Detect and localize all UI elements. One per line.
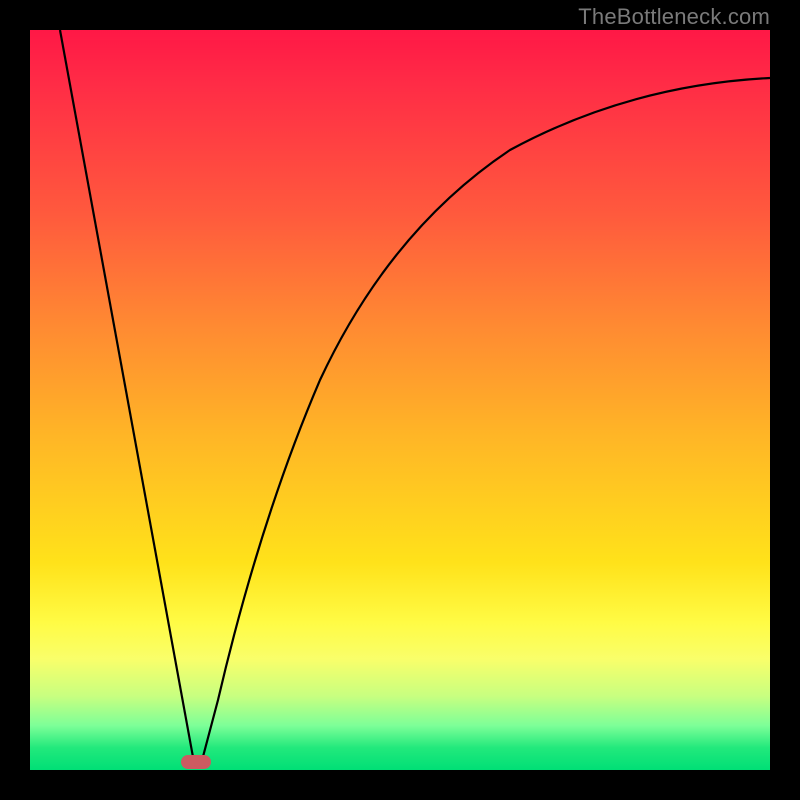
curve-right-branch [200, 78, 770, 768]
curve-left-branch [60, 30, 195, 768]
chart-frame: TheBottleneck.com [0, 0, 800, 800]
bottleneck-curve [30, 30, 770, 770]
plot-area [30, 30, 770, 770]
watermark-text: TheBottleneck.com [578, 4, 770, 30]
optimal-marker [181, 755, 211, 769]
